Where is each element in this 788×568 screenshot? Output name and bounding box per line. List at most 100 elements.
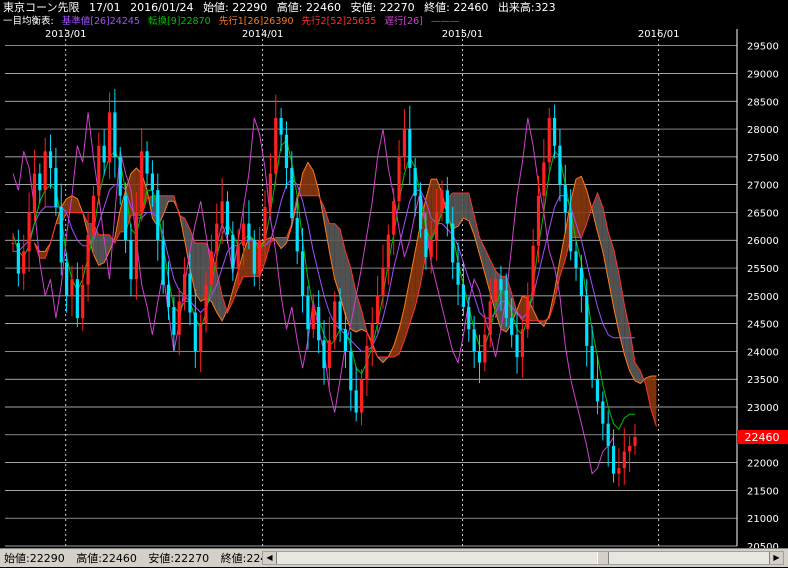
candle-body bbox=[306, 295, 310, 330]
candle-body bbox=[435, 212, 439, 241]
tenkan-line bbox=[12, 139, 635, 431]
candle-body bbox=[547, 117, 551, 163]
candle-body bbox=[209, 251, 213, 285]
candle-body bbox=[493, 279, 498, 302]
candle-body bbox=[279, 117, 283, 135]
candle-body bbox=[70, 279, 74, 296]
candle-body bbox=[376, 295, 380, 324]
candle-body bbox=[542, 162, 546, 196]
candle-body bbox=[526, 295, 530, 330]
candle-body bbox=[370, 323, 374, 346]
candle-body bbox=[563, 184, 567, 213]
y-tick-label: 25500 bbox=[747, 264, 779, 275]
kumo-segment bbox=[463, 192, 469, 221]
y-tick-label: 21500 bbox=[747, 486, 779, 497]
candle-body bbox=[456, 262, 460, 285]
candle-body bbox=[622, 451, 626, 469]
candle-body bbox=[54, 167, 58, 207]
candle-body bbox=[349, 351, 353, 391]
x-period-label: 2015/01 bbox=[442, 29, 484, 40]
status-bar: 始値:22290 高値:22460 安値:22270 終値:22460 ◀ ▶ bbox=[0, 548, 788, 567]
candle-body bbox=[590, 345, 594, 380]
candle-body bbox=[102, 145, 106, 163]
candle-body bbox=[231, 234, 235, 269]
candle-body bbox=[38, 173, 42, 191]
candle-body bbox=[579, 268, 583, 296]
candle-body bbox=[65, 262, 69, 296]
candle-body bbox=[113, 112, 117, 157]
scroll-right-icon[interactable]: ▶ bbox=[769, 552, 783, 564]
y-tick-label: 29500 bbox=[747, 42, 779, 53]
candle-body bbox=[354, 390, 358, 413]
y-tick-label: 27500 bbox=[747, 153, 779, 164]
last-price-label: 22460 bbox=[745, 431, 780, 444]
candle-body bbox=[601, 401, 605, 424]
candle-body bbox=[215, 223, 219, 252]
candle-body bbox=[461, 284, 466, 307]
scroll-thumb[interactable] bbox=[597, 552, 609, 564]
candle-body bbox=[300, 251, 305, 296]
y-tick-label: 26000 bbox=[747, 236, 779, 247]
y-tick-label: 23500 bbox=[747, 375, 779, 386]
candle-body bbox=[27, 212, 31, 252]
candle-body bbox=[536, 195, 541, 246]
candle-body bbox=[327, 340, 331, 369]
candle-body bbox=[182, 273, 187, 302]
candle-body bbox=[140, 151, 144, 213]
candle-body bbox=[156, 190, 160, 241]
candle-body bbox=[617, 468, 621, 474]
y-tick-label: 23000 bbox=[747, 403, 779, 414]
kumo-segment bbox=[98, 234, 105, 266]
kumo-segment bbox=[281, 237, 287, 249]
ichimoku-chart[interactable]: 2050021000215002200022500230002350024000… bbox=[0, 0, 788, 548]
candle-body bbox=[429, 240, 433, 257]
y-tick-label: 26500 bbox=[747, 208, 779, 219]
candle-body bbox=[161, 240, 165, 285]
candle-body bbox=[11, 243, 15, 245]
kumo-segment bbox=[334, 223, 341, 296]
y-tick-label: 28000 bbox=[747, 125, 779, 136]
candle-body bbox=[97, 145, 101, 196]
candle-body bbox=[274, 117, 278, 174]
candle-body bbox=[397, 156, 401, 202]
candle-body bbox=[86, 234, 90, 285]
kumo-segment bbox=[581, 176, 587, 238]
candle-body bbox=[150, 173, 155, 191]
scroll-left-icon[interactable]: ◀ bbox=[263, 552, 277, 564]
candle-body bbox=[268, 173, 272, 207]
candle-body bbox=[510, 318, 514, 335]
candle-body bbox=[585, 295, 589, 346]
candle-body bbox=[402, 129, 407, 157]
candle-body bbox=[499, 279, 503, 291]
candle-body bbox=[258, 240, 262, 274]
candle-body bbox=[515, 334, 519, 357]
candle-body bbox=[483, 334, 487, 363]
candle-body bbox=[311, 306, 315, 330]
candle-body bbox=[59, 206, 63, 263]
candle-body bbox=[574, 251, 578, 269]
kumo-segment bbox=[195, 243, 201, 302]
candle-body bbox=[424, 229, 428, 257]
candle-body bbox=[552, 117, 557, 146]
candle-body bbox=[81, 284, 85, 319]
candle-body bbox=[118, 156, 122, 196]
kumo-segment bbox=[635, 362, 641, 384]
candle-body bbox=[284, 134, 289, 168]
x-period-label: 2014/01 bbox=[242, 29, 284, 40]
candle-body bbox=[172, 306, 176, 335]
kumo-segment bbox=[39, 251, 46, 259]
candle-body bbox=[467, 306, 471, 330]
time-scrollbar[interactable]: ◀ ▶ bbox=[262, 551, 784, 565]
candle-body bbox=[595, 379, 600, 402]
candle-body bbox=[295, 218, 299, 252]
y-tick-label: 21000 bbox=[747, 514, 779, 525]
candle-body bbox=[628, 445, 632, 452]
candle-body bbox=[263, 206, 267, 241]
y-tick-label: 24500 bbox=[747, 320, 779, 331]
candle-body bbox=[451, 223, 455, 263]
candle-body bbox=[107, 112, 112, 163]
candle-body bbox=[177, 301, 181, 335]
status-open: 始値:22290 bbox=[4, 552, 65, 565]
y-tick-label: 25000 bbox=[747, 292, 779, 303]
y-tick-label: 27000 bbox=[747, 181, 779, 192]
